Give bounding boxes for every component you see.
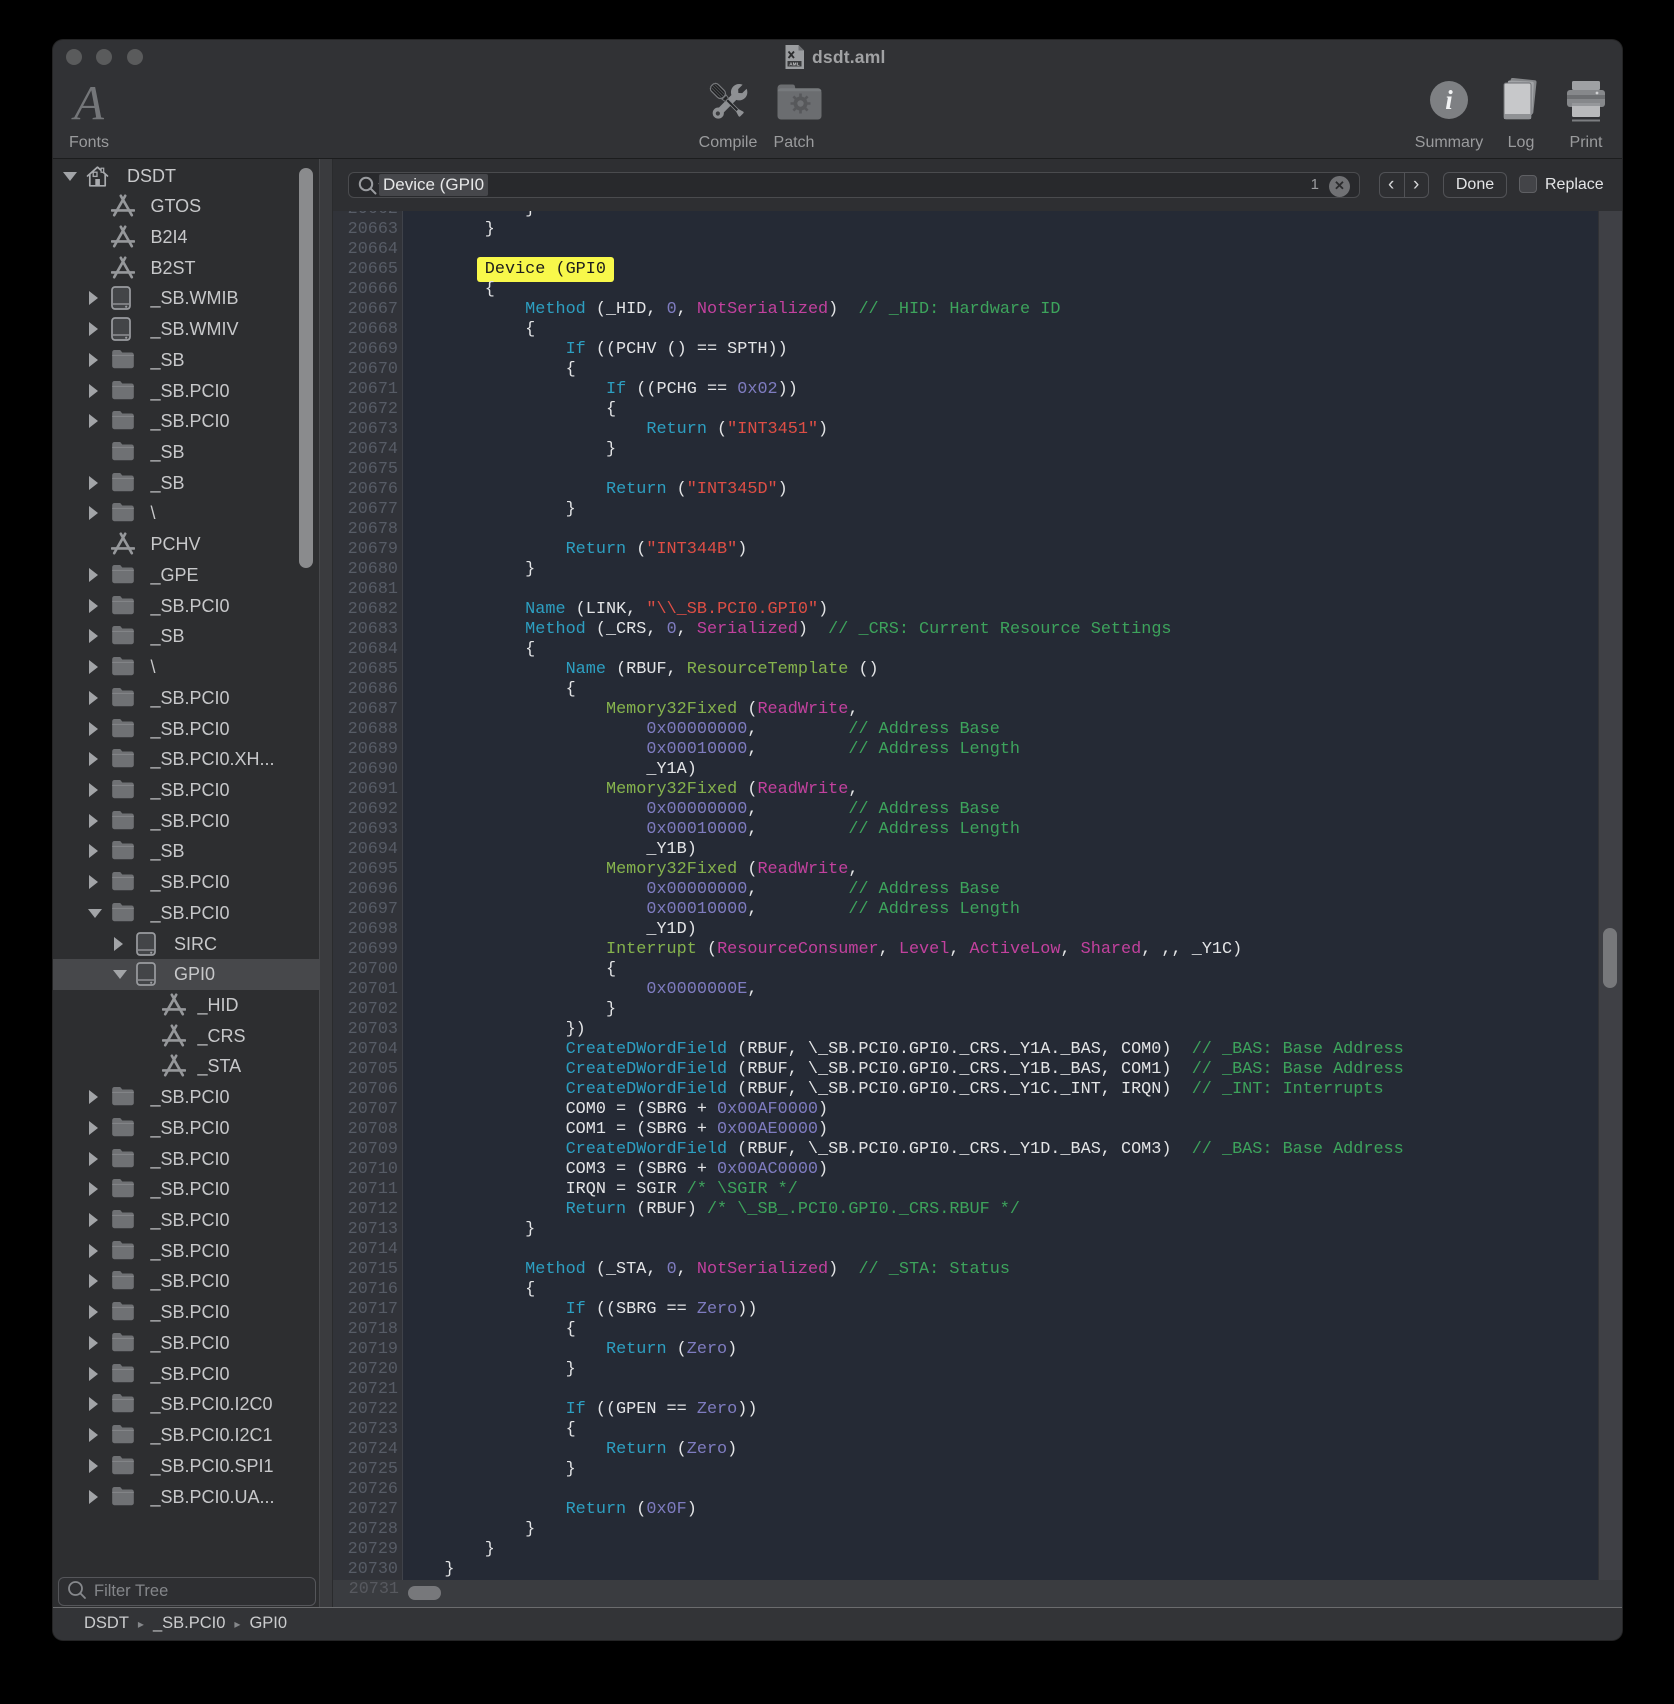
svg-text:i: i bbox=[1445, 85, 1453, 115]
svg-text:AML: AML bbox=[789, 62, 800, 67]
